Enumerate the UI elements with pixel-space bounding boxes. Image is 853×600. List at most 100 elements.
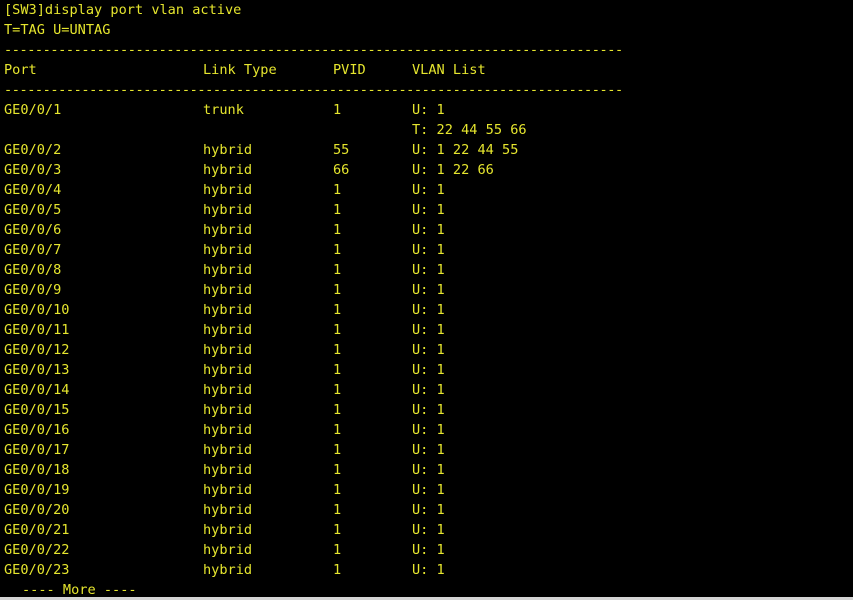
table-row: GE0/0/8 hybrid 1 U: 1: [0, 260, 853, 280]
port-cell: GE0/0/9: [4, 282, 62, 298]
table-row: GE0/0/20 hybrid 1 U: 1: [0, 500, 853, 520]
link-type-cell: hybrid: [203, 462, 253, 478]
link-type-cell: hybrid: [203, 282, 253, 298]
table-row: GE0/0/12 hybrid 1 U: 1: [0, 340, 853, 360]
vlan-list-cell: U: 1: [412, 562, 445, 578]
header-port: Port: [4, 62, 37, 78]
legend-line: T=TAG U=UNTAG: [0, 20, 853, 40]
port-cell: GE0/0/17: [4, 442, 70, 458]
port-cell: GE0/0/18: [4, 462, 70, 478]
link-type-cell: hybrid: [203, 342, 253, 358]
link-type-cell: hybrid: [203, 402, 253, 418]
table-row: T: 22 44 55 66: [0, 120, 853, 140]
pvid-cell: 1: [333, 262, 342, 278]
vlan-list-cell: U: 1: [412, 382, 445, 398]
separator-dashes: ----------------------------------------…: [4, 42, 623, 58]
more-line: ---- More ----: [0, 580, 853, 597]
pvid-cell: 1: [333, 242, 342, 258]
port-cell: GE0/0/15: [4, 402, 70, 418]
table-row: GE0/0/13 hybrid 1 U: 1: [0, 360, 853, 380]
table-row: GE0/0/5 hybrid 1 U: 1: [0, 200, 853, 220]
link-type-cell: hybrid: [203, 442, 253, 458]
link-type-cell: hybrid: [203, 562, 253, 578]
vlan-list-cell: U: 1: [412, 522, 445, 538]
table-row: GE0/0/6 hybrid 1 U: 1: [0, 220, 853, 240]
table-row: GE0/0/16 hybrid 1 U: 1: [0, 420, 853, 440]
table-row: GE0/0/3 hybrid 66 U: 1 22 66: [0, 160, 853, 180]
port-cell: GE0/0/21: [4, 522, 70, 538]
vlan-list-cell: U: 1 22 66: [412, 162, 494, 178]
terminal-window[interactable]: [SW3]display port vlan active T=TAG U=UN…: [0, 0, 853, 597]
vlan-list-cell: U: 1: [412, 202, 445, 218]
pvid-cell: 1: [333, 562, 342, 578]
link-type-cell: hybrid: [203, 482, 253, 498]
port-cell: GE0/0/16: [4, 422, 70, 438]
table-row: GE0/0/17 hybrid 1 U: 1: [0, 440, 853, 460]
pvid-cell: 1: [333, 222, 342, 238]
pvid-cell: 1: [333, 202, 342, 218]
link-type-cell: hybrid: [203, 242, 253, 258]
vlan-list-cell: U: 1: [412, 442, 445, 458]
vlan-list-cell: U: 1: [412, 222, 445, 238]
vlan-list-cell: U: 1: [412, 542, 445, 558]
port-cell: GE0/0/6: [4, 222, 62, 238]
command-prompt: [SW3]display port vlan active: [4, 2, 242, 18]
port-cell: GE0/0/12: [4, 342, 70, 358]
vlan-list-cell: U: 1: [412, 402, 445, 418]
table-header: Port Link Type PVID VLAN List: [0, 60, 853, 80]
port-cell: GE0/0/11: [4, 322, 70, 338]
port-cell: GE0/0/23: [4, 562, 70, 578]
link-type-cell: hybrid: [203, 382, 253, 398]
pvid-cell: 1: [333, 282, 342, 298]
link-type-cell: hybrid: [203, 522, 253, 538]
pvid-cell: 1: [333, 482, 342, 498]
vlan-list-cell: U: 1: [412, 262, 445, 278]
more-prompt[interactable]: ---- More ----: [22, 580, 137, 597]
link-type-cell: hybrid: [203, 362, 253, 378]
port-cell: GE0/0/8: [4, 262, 62, 278]
link-type-cell: hybrid: [203, 202, 253, 218]
link-type-cell: hybrid: [203, 422, 253, 438]
vlan-list-cell: T: 22 44 55 66: [412, 122, 527, 138]
port-cell: GE0/0/7: [4, 242, 62, 258]
vlan-list-cell: U: 1: [412, 362, 445, 378]
link-type-cell: hybrid: [203, 222, 253, 238]
table-row: GE0/0/7 hybrid 1 U: 1: [0, 240, 853, 260]
table-row: GE0/0/21 hybrid 1 U: 1: [0, 520, 853, 540]
pvid-cell: 1: [333, 182, 342, 198]
port-cell: GE0/0/14: [4, 382, 70, 398]
pvid-cell: 1: [333, 402, 342, 418]
link-type-cell: hybrid: [203, 302, 253, 318]
vlan-list-cell: U: 1: [412, 282, 445, 298]
pvid-cell: 55: [333, 142, 350, 158]
vlan-list-cell: U: 1: [412, 482, 445, 498]
table-row: GE0/0/15 hybrid 1 U: 1: [0, 400, 853, 420]
vlan-list-cell: U: 1: [412, 242, 445, 258]
separator-dashes: ----------------------------------------…: [4, 82, 623, 98]
table-row: GE0/0/19 hybrid 1 U: 1: [0, 480, 853, 500]
pvid-cell: 1: [333, 102, 342, 118]
link-type-cell: hybrid: [203, 502, 253, 518]
tag-legend: T=TAG U=UNTAG: [4, 22, 111, 38]
header-link-type: Link Type: [203, 62, 277, 78]
link-type-cell: hybrid: [203, 262, 253, 278]
vlan-list-cell: U: 1: [412, 422, 445, 438]
separator-bottom: ----------------------------------------…: [0, 80, 853, 100]
pvid-cell: 1: [333, 362, 342, 378]
vlan-list-cell: U: 1: [412, 342, 445, 358]
vlan-list-cell: U: 1: [412, 502, 445, 518]
port-cell: GE0/0/3: [4, 162, 62, 178]
separator-top: ----------------------------------------…: [0, 40, 853, 60]
pvid-cell: 1: [333, 502, 342, 518]
link-type-cell: hybrid: [203, 162, 253, 178]
vlan-list-cell: U: 1: [412, 102, 445, 118]
pvid-cell: 66: [333, 162, 350, 178]
pvid-cell: 1: [333, 382, 342, 398]
port-cell: GE0/0/1: [4, 102, 62, 118]
pvid-cell: 1: [333, 322, 342, 338]
table-row: GE0/0/4 hybrid 1 U: 1: [0, 180, 853, 200]
table-row: GE0/0/23 hybrid 1 U: 1: [0, 560, 853, 580]
vlan-list-cell: U: 1: [412, 182, 445, 198]
port-cell: GE0/0/20: [4, 502, 70, 518]
link-type-cell: trunk: [203, 102, 244, 118]
